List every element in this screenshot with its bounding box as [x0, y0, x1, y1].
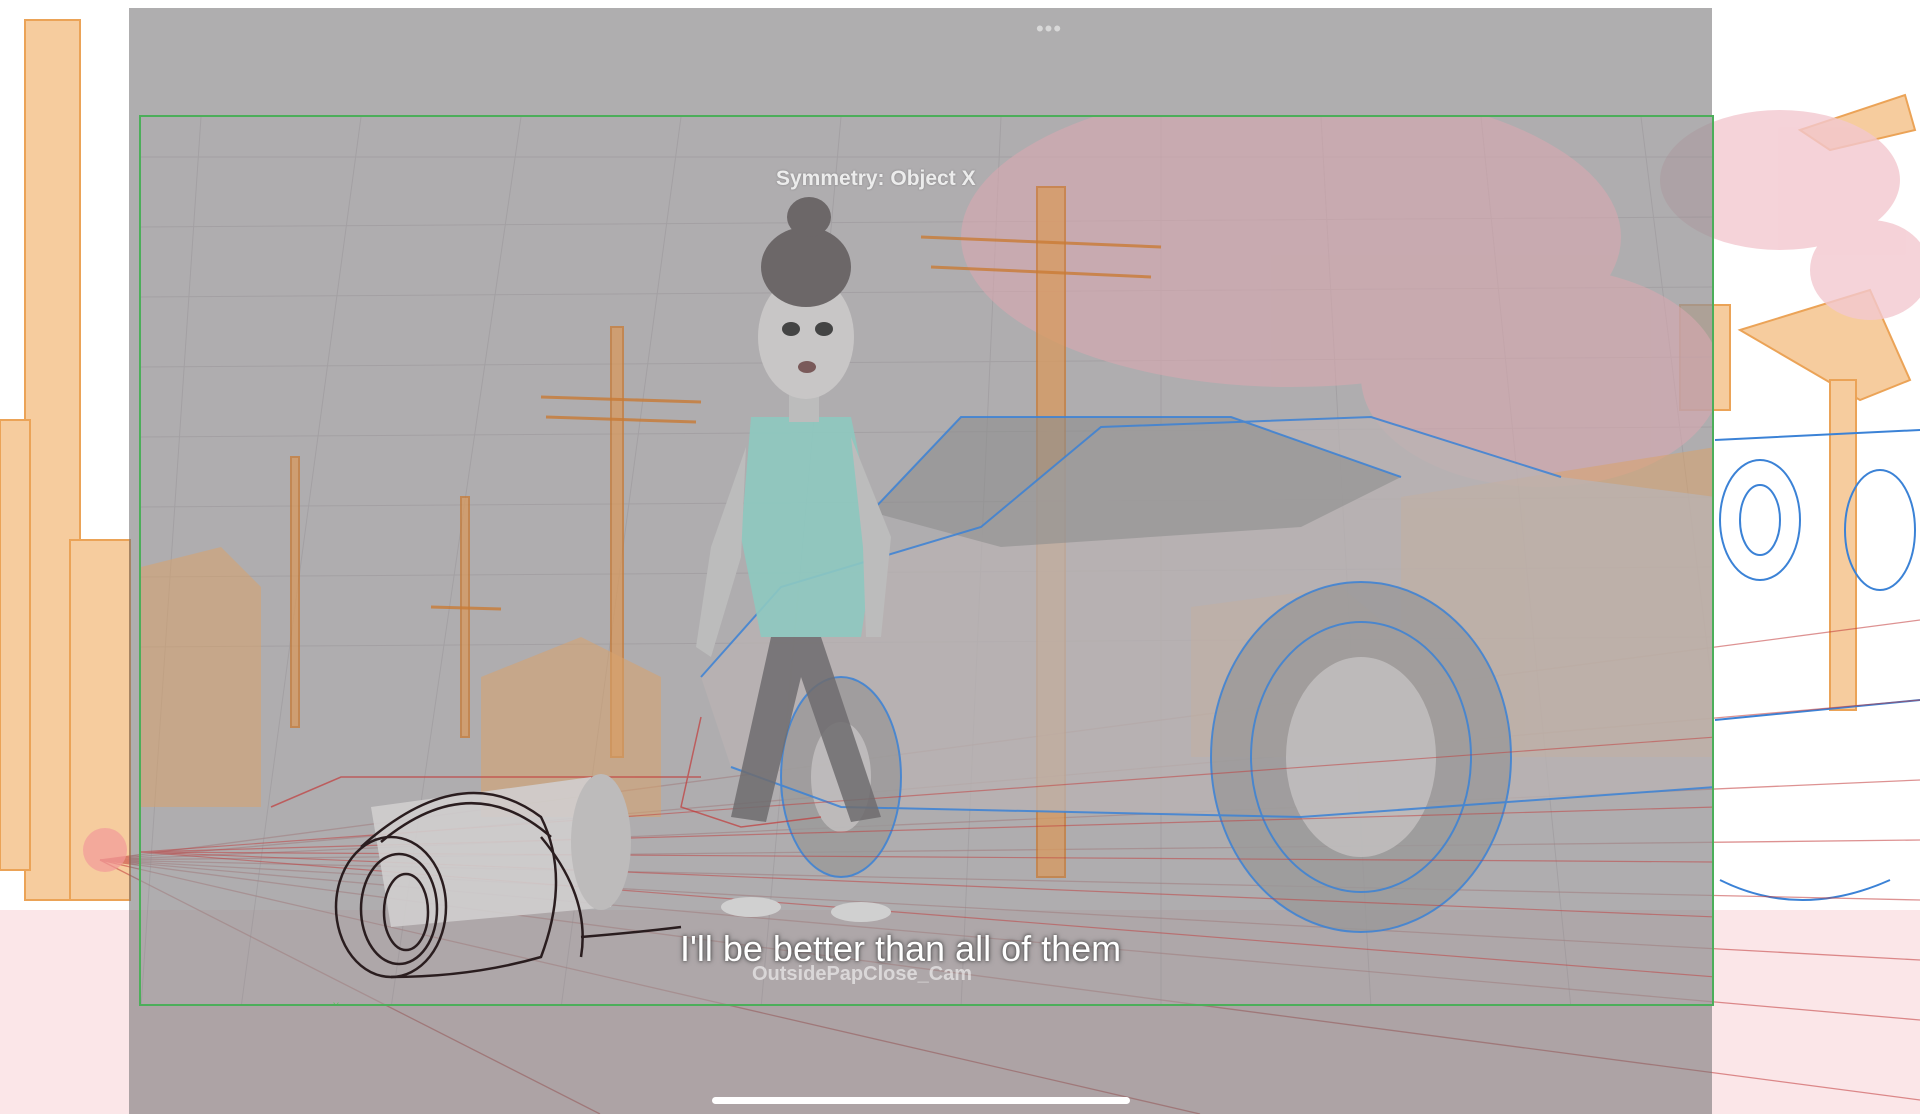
axis-gizmo-icon: Y Z: [333, 1001, 339, 1006]
more-dots-icon[interactable]: •••: [1034, 18, 1064, 40]
viewport-3d[interactable]: Y Z: [139, 115, 1714, 1006]
subtitle-text: I'll be better than all of them: [680, 928, 1122, 969]
symmetry-label: Symmetry: Object X: [776, 167, 976, 190]
scene-render: [141, 117, 1712, 1004]
svg-text:Y: Y: [333, 1001, 339, 1006]
home-indicator[interactable]: [712, 1097, 1130, 1104]
